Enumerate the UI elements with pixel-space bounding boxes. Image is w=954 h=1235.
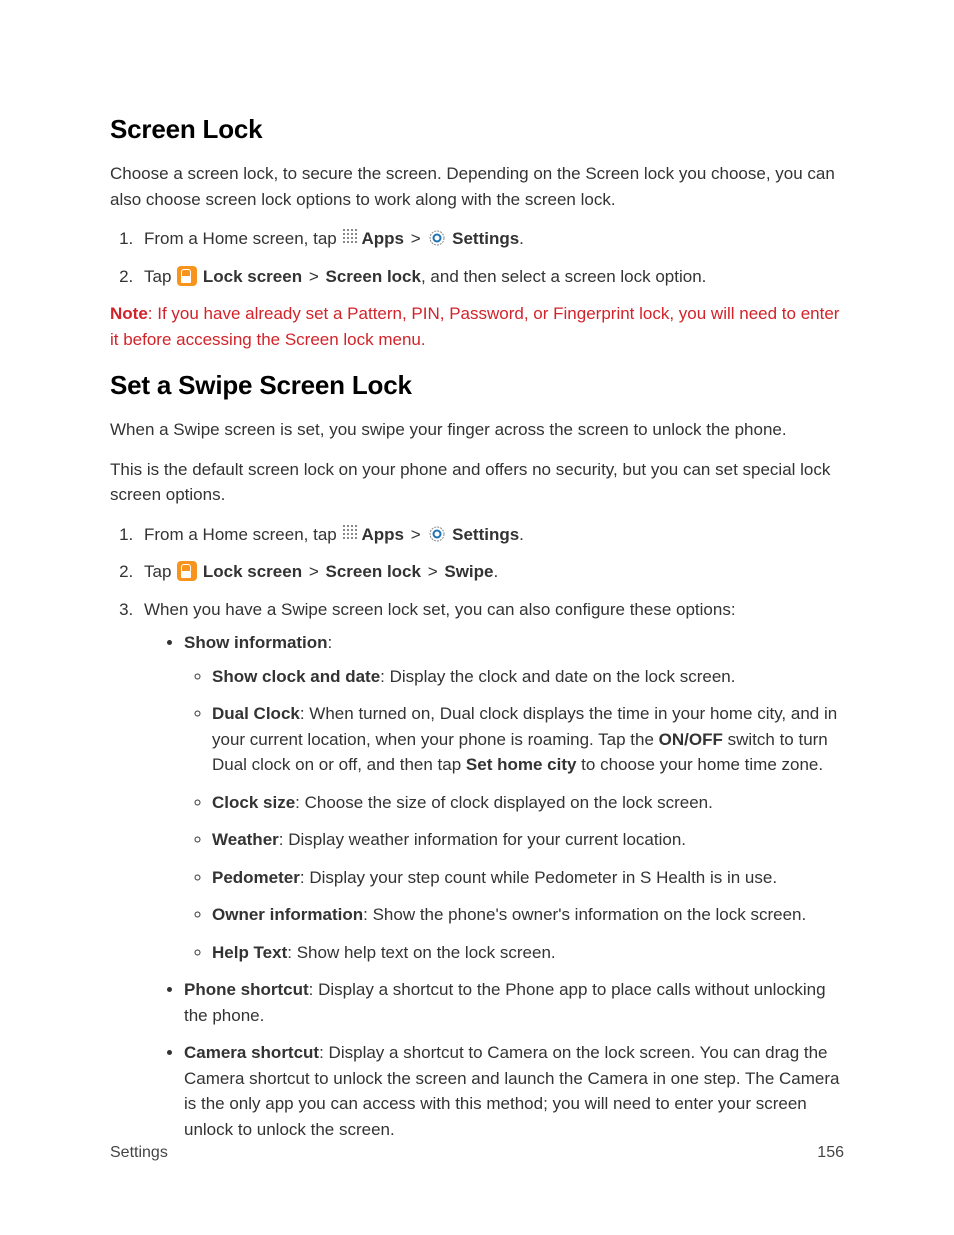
set-home-city-label: Set home city bbox=[466, 755, 577, 774]
breadcrumb-separator: > bbox=[411, 525, 421, 544]
sub-help-text: Help Text: Show help text on the lock sc… bbox=[212, 940, 844, 966]
option-phone-shortcut: Phone shortcut: Display a shortcut to th… bbox=[184, 977, 844, 1028]
sub-label: Clock size bbox=[212, 793, 295, 812]
sub-text: : Display the clock and date on the lock… bbox=[380, 667, 735, 686]
period: . bbox=[519, 525, 524, 544]
settings-label: Settings bbox=[452, 525, 519, 544]
screen-lock-label: Screen lock bbox=[326, 562, 421, 581]
apps-label: Apps bbox=[361, 525, 404, 544]
breadcrumb-separator: > bbox=[309, 562, 319, 581]
option-label: Camera shortcut bbox=[184, 1043, 319, 1062]
apps-grid-icon bbox=[342, 228, 360, 246]
footer-section: Settings bbox=[110, 1141, 168, 1165]
sub-label: Weather bbox=[212, 830, 279, 849]
colon: : bbox=[328, 633, 333, 652]
sub-text: : Show help text on the lock screen. bbox=[287, 943, 555, 962]
sub-text: to choose your home time zone. bbox=[576, 755, 823, 774]
sub-text: : Display your step count while Pedomete… bbox=[300, 868, 777, 887]
lock-screen-icon bbox=[177, 561, 197, 581]
onoff-label: ON/OFF bbox=[659, 730, 723, 749]
step-intro: When you have a Swipe screen lock set, y… bbox=[144, 600, 736, 619]
option-camera-shortcut: Camera shortcut: Display a shortcut to C… bbox=[184, 1040, 844, 1142]
paragraph-swipe-2: This is the default screen lock on your … bbox=[110, 457, 844, 508]
step-text: From a Home screen, tap bbox=[144, 525, 341, 544]
settings-gear-icon bbox=[428, 229, 446, 247]
lock-screen-icon bbox=[177, 266, 197, 286]
sub-label: Dual Clock bbox=[212, 704, 300, 723]
settings-gear-icon bbox=[428, 525, 446, 543]
breadcrumb-separator: > bbox=[411, 229, 421, 248]
options-list: Show information: Show clock and date: D… bbox=[144, 630, 844, 1142]
lock-screen-label: Lock screen bbox=[203, 267, 302, 286]
step-text: Tap bbox=[144, 267, 176, 286]
sub-label: Show clock and date bbox=[212, 667, 380, 686]
lock-screen-label: Lock screen bbox=[203, 562, 302, 581]
sub-label: Owner information bbox=[212, 905, 363, 924]
step-text: From a Home screen, tap bbox=[144, 229, 341, 248]
option-label: Phone shortcut bbox=[184, 980, 309, 999]
heading-screen-lock: Screen Lock bbox=[110, 110, 844, 149]
sub-label: Pedometer bbox=[212, 868, 300, 887]
paragraph-swipe-1: When a Swipe screen is set, you swipe yo… bbox=[110, 417, 844, 443]
sub-text: : Display weather information for your c… bbox=[279, 830, 686, 849]
sub-text: : Show the phone's owner's information o… bbox=[363, 905, 806, 924]
sub-weather: Weather: Display weather information for… bbox=[212, 827, 844, 853]
heading-swipe-lock: Set a Swipe Screen Lock bbox=[110, 366, 844, 405]
breadcrumb-separator: > bbox=[309, 267, 319, 286]
apps-label: Apps bbox=[361, 229, 404, 248]
page: Screen Lock Choose a screen lock, to sec… bbox=[0, 0, 954, 1235]
step-2b: Tap Lock screen > Screen lock > Swipe. bbox=[138, 559, 844, 585]
show-info-sublist: Show clock and date: Display the clock a… bbox=[184, 664, 844, 966]
note-label: Note bbox=[110, 304, 148, 323]
swipe-label: Swipe bbox=[444, 562, 493, 581]
step-2a: From a Home screen, tap Apps > Settings. bbox=[138, 522, 844, 548]
steps-list-2: From a Home screen, tap Apps > Settings.… bbox=[110, 522, 844, 1143]
sub-clock-size: Clock size: Choose the size of clock dis… bbox=[212, 790, 844, 816]
sub-label: Help Text bbox=[212, 943, 287, 962]
sub-dual-clock: Dual Clock: When turned on, Dual clock d… bbox=[212, 701, 844, 778]
note-text: : If you have already set a Pattern, PIN… bbox=[110, 304, 839, 349]
footer-page-number: 156 bbox=[817, 1141, 844, 1165]
page-footer: Settings 156 bbox=[110, 1141, 844, 1165]
apps-grid-icon bbox=[342, 524, 360, 542]
step-2c: When you have a Swipe screen lock set, y… bbox=[138, 597, 844, 1143]
sub-show-clock-date: Show clock and date: Display the clock a… bbox=[212, 664, 844, 690]
note-paragraph: Note: If you have already set a Pattern,… bbox=[110, 301, 844, 352]
period: . bbox=[494, 562, 499, 581]
option-show-information: Show information: Show clock and date: D… bbox=[184, 630, 844, 965]
option-label: Show information bbox=[184, 633, 328, 652]
sub-pedometer: Pedometer: Display your step count while… bbox=[212, 865, 844, 891]
step-1b: Tap Lock screen > Screen lock, and then … bbox=[138, 264, 844, 290]
sub-text: : Choose the size of clock displayed on … bbox=[295, 793, 713, 812]
settings-label: Settings bbox=[452, 229, 519, 248]
paragraph-intro-1: Choose a screen lock, to secure the scre… bbox=[110, 161, 844, 212]
step-1a: From a Home screen, tap Apps > Settings. bbox=[138, 226, 844, 252]
steps-list-1: From a Home screen, tap Apps > Settings.… bbox=[110, 226, 844, 289]
step-text: Tap bbox=[144, 562, 176, 581]
period: . bbox=[519, 229, 524, 248]
step-tail: , and then select a screen lock option. bbox=[421, 267, 706, 286]
breadcrumb-separator: > bbox=[428, 562, 438, 581]
sub-owner-information: Owner information: Show the phone's owne… bbox=[212, 902, 844, 928]
screen-lock-label: Screen lock bbox=[326, 267, 421, 286]
